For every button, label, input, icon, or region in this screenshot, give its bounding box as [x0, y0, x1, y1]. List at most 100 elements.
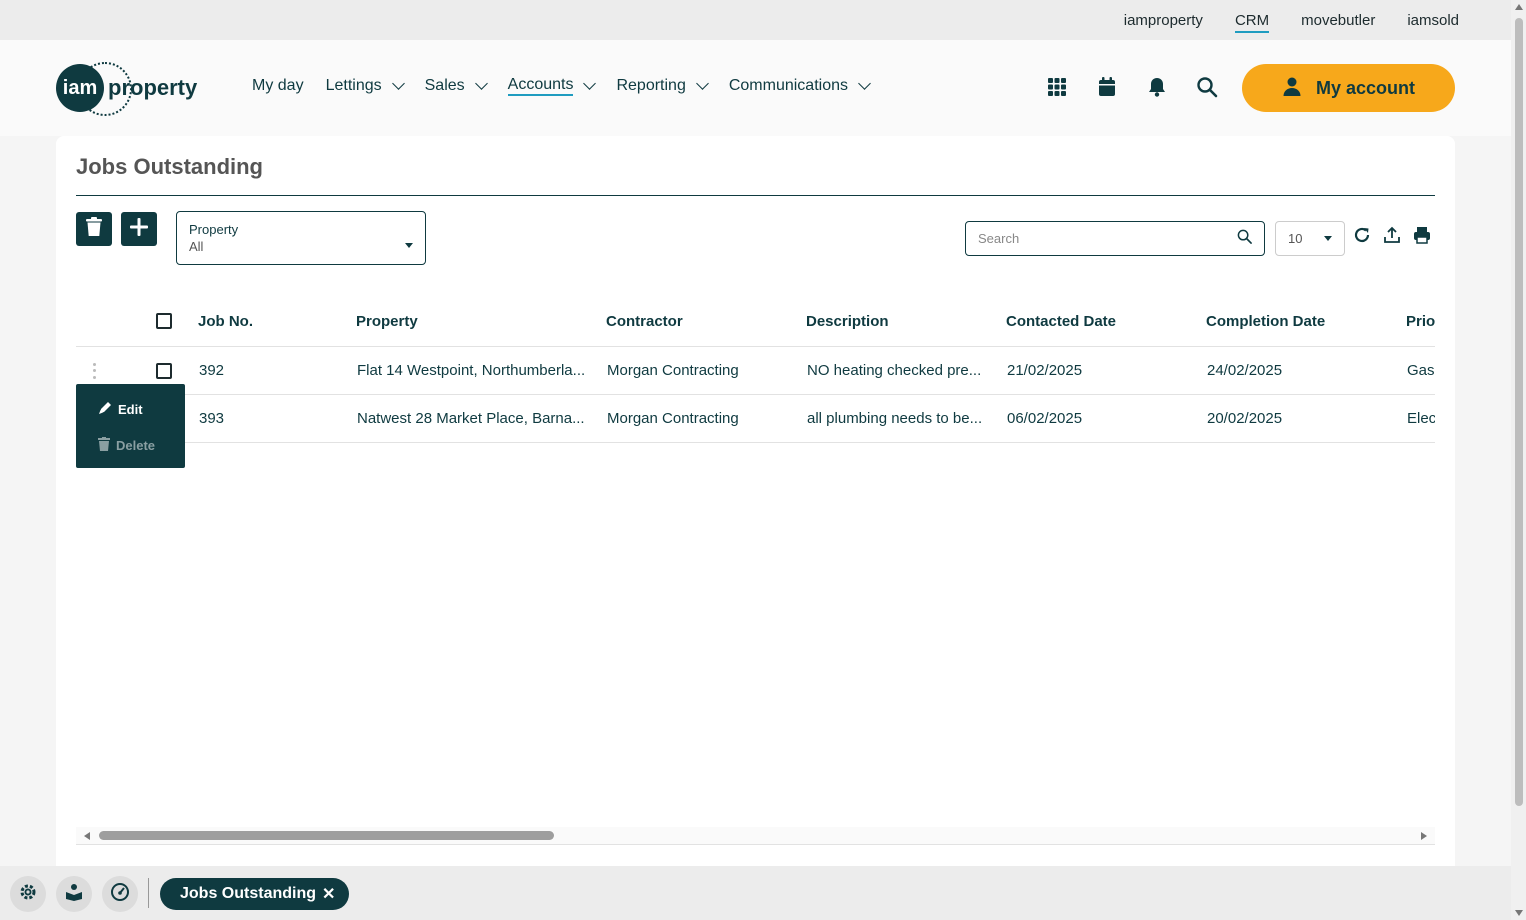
filter-label: Property	[189, 222, 239, 237]
brand-link-iamproperty[interactable]: iamproperty	[1124, 12, 1203, 29]
trash-icon	[85, 216, 103, 242]
search-icon[interactable]	[1196, 76, 1218, 103]
col-description[interactable]: Description	[806, 296, 986, 346]
nav-item-communications[interactable]: Communications	[728, 76, 871, 96]
jobs-table: Job No. Property Contractor Description …	[76, 296, 1435, 443]
cell-priority: Elec	[1407, 410, 1435, 427]
brand-link-crm[interactable]: CRM	[1234, 12, 1270, 33]
gauge-icon	[110, 882, 130, 907]
page-title: Jobs Outstanding	[76, 154, 263, 179]
col-property[interactable]: Property	[356, 296, 586, 346]
scroll-left-icon[interactable]	[84, 832, 90, 840]
search-icon	[1237, 229, 1252, 249]
chevron-down-icon	[474, 77, 488, 90]
table-row[interactable]: 392 Flat 14 Westpoint, Northumberla... M…	[76, 347, 1435, 395]
table-tools	[1353, 226, 1431, 249]
nav-item-my-day[interactable]: My day	[252, 76, 304, 96]
trash-icon	[98, 436, 110, 454]
open-tab-label: Jobs Outstanding	[180, 885, 316, 902]
cell-description: all plumbing needs to be...	[807, 410, 983, 427]
main-nav: iam property My day Lettings Sales Accou…	[0, 40, 1511, 136]
caret-down-icon	[405, 243, 413, 248]
calendar-icon[interactable]	[1096, 76, 1118, 103]
my-account-button[interactable]: My account	[1242, 64, 1455, 112]
delete-menu-item[interactable]: Delete	[98, 434, 163, 456]
table-row[interactable]: 393 Natwest 28 Market Place, Barna... Mo…	[76, 395, 1435, 443]
add-button[interactable]	[121, 212, 157, 246]
edit-label: Edit	[118, 401, 143, 417]
edit-menu-item[interactable]: Edit	[98, 398, 163, 420]
nav-item-label: Lettings	[325, 77, 382, 94]
gear-icon	[19, 883, 37, 906]
col-contractor[interactable]: Contractor	[606, 296, 786, 346]
brand-bar: iamproperty CRM movebutler iamsold	[0, 0, 1511, 40]
bell-icon[interactable]	[1146, 76, 1168, 103]
dashboard-button[interactable]	[102, 876, 138, 912]
chevron-down-icon	[583, 77, 597, 90]
help-button[interactable]	[56, 876, 92, 912]
nav-icons	[1046, 76, 1218, 103]
row-context-menu: Edit Delete	[76, 384, 185, 468]
cell-completion-date: 20/02/2025	[1207, 410, 1283, 427]
cell-completion-date: 24/02/2025	[1207, 362, 1283, 379]
apps-grid-icon[interactable]	[1046, 76, 1068, 103]
plus-icon	[129, 217, 149, 242]
print-icon[interactable]	[1413, 226, 1431, 249]
table-header-row: Job No. Property Contractor Description …	[76, 296, 1435, 347]
search-placeholder: Search	[978, 231, 1020, 246]
logo[interactable]: iam property	[56, 62, 198, 116]
nav-item-label: Accounts	[507, 76, 574, 96]
upload-icon[interactable]	[1383, 226, 1401, 249]
vertical-scrollbar[interactable]	[1511, 0, 1526, 920]
nav-item-label: Reporting	[616, 77, 686, 94]
open-tab-jobs-outstanding[interactable]: Jobs Outstanding ✕	[160, 878, 350, 910]
cell-contacted-date: 21/02/2025	[1007, 362, 1083, 379]
col-priority[interactable]: Prio	[1406, 296, 1435, 346]
nav-item-accounts[interactable]: Accounts	[507, 76, 597, 96]
settings-button[interactable]	[10, 876, 46, 912]
brand-link-iamsold[interactable]: iamsold	[1407, 12, 1459, 29]
nav-item-sales[interactable]: Sales	[424, 76, 488, 96]
caret-down-icon	[1324, 236, 1332, 241]
cell-job-no: 393	[199, 410, 225, 427]
row-checkbox[interactable]	[156, 362, 172, 379]
scroll-down-icon[interactable]	[1515, 910, 1523, 916]
cell-description: NO heating checked pre...	[807, 362, 982, 379]
close-icon[interactable]: ✕	[322, 884, 335, 904]
scroll-right-icon[interactable]	[1421, 832, 1427, 840]
nav-item-lettings[interactable]: Lettings	[325, 76, 405, 96]
horizontal-scrollbar[interactable]	[76, 827, 1435, 845]
col-job-no[interactable]: Job No.	[198, 296, 338, 346]
nav-item-label: Communications	[728, 77, 848, 94]
logo-mark: iam	[56, 64, 104, 112]
nav-item-label: My day	[252, 77, 304, 94]
title-divider	[76, 195, 1435, 196]
scrollbar-thumb[interactable]	[99, 831, 554, 840]
delete-label: Delete	[116, 437, 156, 453]
brand-link-movebutler[interactable]: movebutler	[1301, 12, 1375, 29]
page-size-value: 10	[1288, 231, 1303, 246]
property-filter-select[interactable]: Property All	[176, 211, 426, 265]
refresh-icon[interactable]	[1353, 226, 1371, 249]
page-size-select[interactable]: 10	[1275, 221, 1345, 256]
pencil-icon	[98, 401, 112, 418]
user-icon	[1282, 76, 1302, 101]
delete-button[interactable]	[76, 212, 112, 246]
col-contacted-date[interactable]: Contacted Date	[1006, 296, 1186, 346]
search-input[interactable]: Search	[965, 221, 1265, 256]
select-all-checkbox[interactable]	[156, 313, 172, 329]
chevron-down-icon	[391, 77, 405, 90]
scrollbar-thumb[interactable]	[1515, 18, 1523, 806]
jobs-panel: Jobs Outstanding Property All Search 10	[56, 136, 1455, 866]
row-actions-icon[interactable]	[93, 362, 97, 379]
col-completion-date[interactable]: Completion Date	[1206, 296, 1386, 346]
cell-property: Flat 14 Westpoint, Northumberla...	[357, 362, 586, 379]
nav-menu: My day Lettings Sales Accounts Reporting…	[252, 76, 871, 96]
cell-priority: Gas	[1407, 362, 1435, 379]
logo-word: property	[108, 75, 198, 100]
cell-property: Natwest 28 Market Place, Barna...	[357, 410, 585, 427]
nav-item-label: Sales	[424, 77, 465, 94]
brand-links: iamproperty CRM movebutler iamsold	[1124, 0, 1459, 40]
scroll-up-icon[interactable]	[1515, 4, 1523, 10]
nav-item-reporting[interactable]: Reporting	[616, 76, 709, 96]
